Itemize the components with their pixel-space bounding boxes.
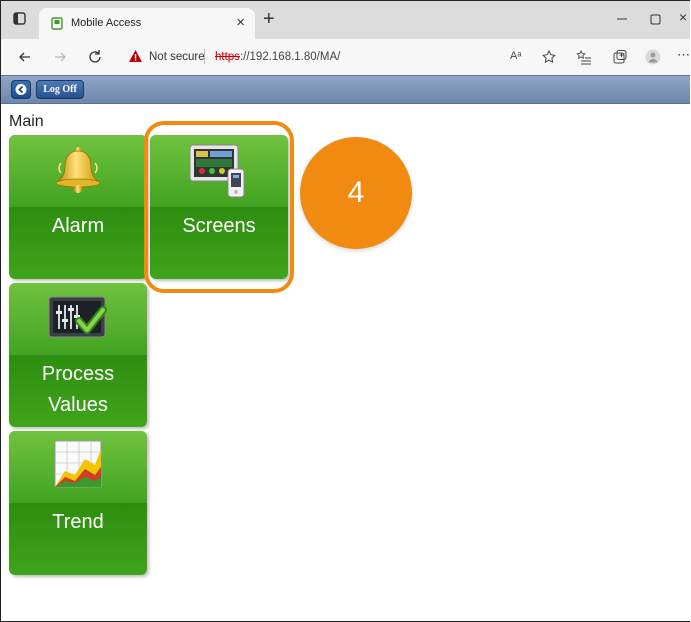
new-tab-icon[interactable]: + bbox=[263, 9, 275, 29]
tile-label: Alarm bbox=[51, 215, 105, 237]
browser-tab[interactable]: Mobile Access × bbox=[39, 8, 255, 39]
tab-title: Mobile Access bbox=[71, 17, 142, 29]
maximize-icon[interactable] bbox=[647, 11, 665, 29]
back-button[interactable] bbox=[11, 80, 31, 99]
favorites-list-icon[interactable] bbox=[576, 49, 592, 65]
browser-window: Mobile Access × + × Not secure https://1… bbox=[0, 0, 690, 622]
app-header: Log Off bbox=[1, 75, 690, 104]
address-separator bbox=[204, 49, 205, 64]
trend-chart-icon bbox=[54, 440, 102, 488]
minimize-icon[interactable] bbox=[612, 9, 632, 29]
favorite-star-icon[interactable] bbox=[541, 49, 557, 65]
tab-close-icon[interactable]: × bbox=[236, 13, 245, 33]
tile-trend[interactable]: Trend bbox=[9, 431, 147, 575]
highlight-ring bbox=[144, 121, 294, 293]
more-options-icon[interactable]: ⋯ bbox=[677, 47, 690, 63]
page-title: Main bbox=[9, 113, 44, 130]
profile-avatar-icon[interactable] bbox=[645, 49, 661, 65]
security-status-label[interactable]: Not secure bbox=[149, 51, 205, 63]
tile-alarm[interactable]: Alarm bbox=[9, 135, 147, 279]
back-arrow-icon[interactable] bbox=[15, 47, 35, 67]
warning-icon[interactable] bbox=[128, 49, 143, 63]
tile-label-line2: Values bbox=[48, 394, 108, 416]
process-values-icon bbox=[48, 296, 107, 338]
bell-icon bbox=[55, 147, 101, 193]
collections-icon[interactable] bbox=[612, 49, 628, 65]
back-circle-icon bbox=[15, 84, 27, 95]
tile-process-values[interactable]: Process Values bbox=[9, 283, 147, 427]
url-scheme: https bbox=[215, 51, 240, 63]
tab-bar: Mobile Access × + × bbox=[1, 1, 690, 39]
tile-label-line1: Process bbox=[41, 363, 115, 385]
page-favicon-icon bbox=[51, 17, 63, 30]
address-url[interactable]: https://192.168.1.80/MA/ bbox=[215, 51, 340, 63]
window-close-icon[interactable]: × bbox=[679, 9, 687, 25]
url-path: ://192.168.1.80/MA/ bbox=[239, 51, 341, 63]
refresh-icon[interactable] bbox=[85, 47, 105, 67]
tile-label: Trend bbox=[52, 511, 104, 533]
read-aloud-icon[interactable]: Aᵃ bbox=[510, 50, 526, 66]
forward-arrow-icon[interactable] bbox=[50, 47, 70, 67]
logoff-button[interactable]: Log Off bbox=[36, 80, 84, 99]
tab-actions-icon[interactable] bbox=[13, 12, 26, 25]
step-number-badge: 4 bbox=[300, 137, 412, 249]
